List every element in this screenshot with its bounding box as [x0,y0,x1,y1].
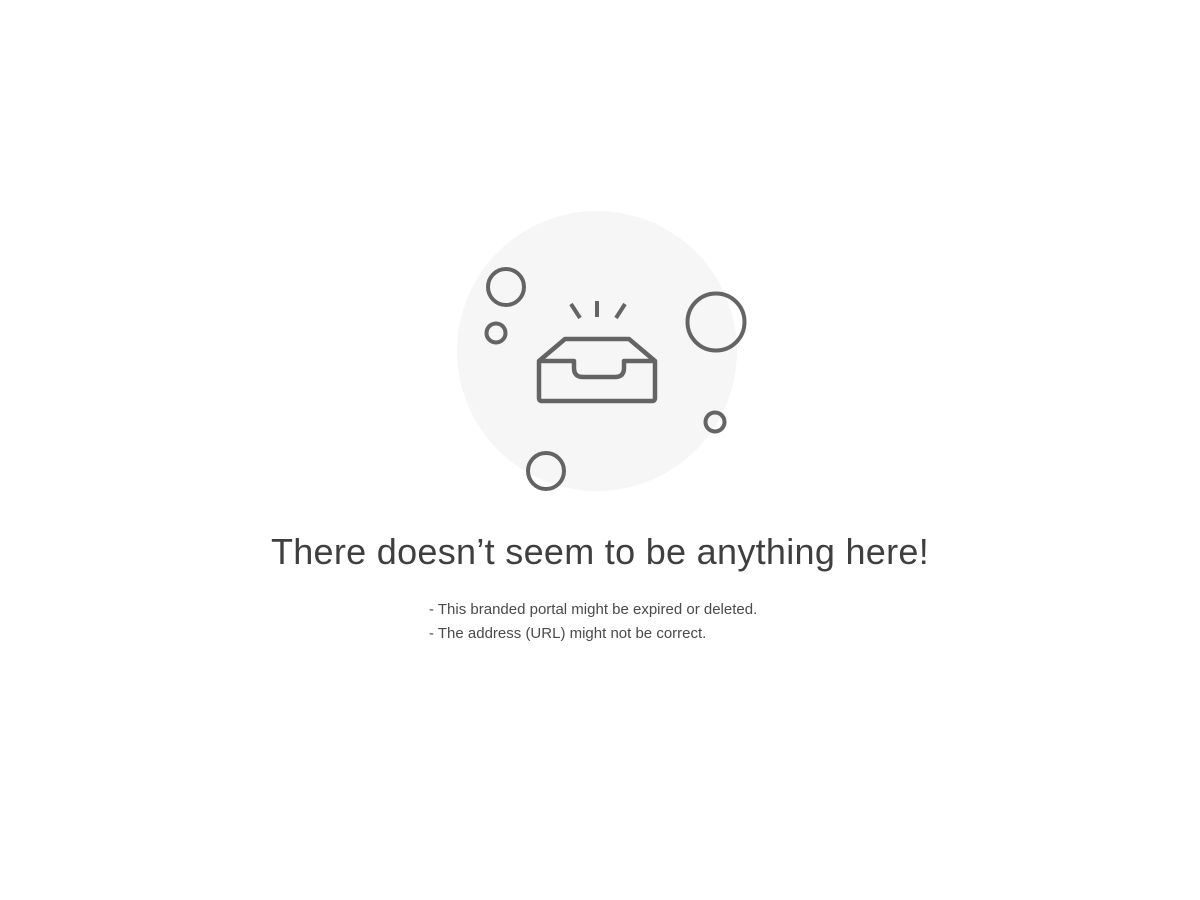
reason-expired-text: - This branded portal might be expired o… [429,601,758,618]
reason-url-text: - The address (URL) might not be correct… [429,625,707,642]
illustration-background-circle [457,211,737,491]
empty-state-title: There doesn’t seem to be anything here! [270,531,930,572]
empty-state-reasons-list: - This branded portal might be expired o… [429,598,757,646]
empty-inbox-tray-icon [457,211,747,491]
empty-state-illustration [440,200,760,500]
empty-state-page: There doesn’t seem to be anything here! … [0,0,1200,900]
